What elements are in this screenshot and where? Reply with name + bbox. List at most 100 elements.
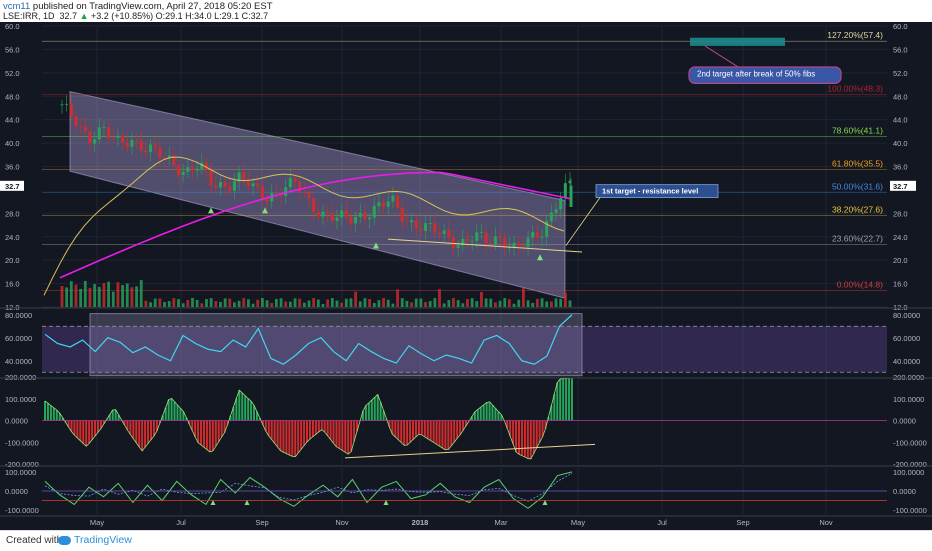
- candle-body: [386, 201, 390, 207]
- candle-body: [340, 210, 344, 218]
- volume-bar: [508, 299, 511, 307]
- candle-body: [302, 191, 306, 193]
- candle-body: [330, 213, 334, 221]
- candle-body: [125, 142, 129, 147]
- candle-body: [121, 136, 125, 143]
- first-target-label: 1st target - resistance level: [602, 186, 698, 195]
- symbol-label: LSE:IRR, 1D: [3, 11, 55, 21]
- volume-bar: [158, 298, 162, 307]
- candle-body: [116, 136, 120, 138]
- tradingview-cloud-icon: [58, 535, 71, 545]
- price-tick-left: 60.0: [5, 22, 20, 31]
- price-tick-right: 32.7: [893, 182, 908, 191]
- candle-body: [447, 230, 451, 238]
- candle-body: [195, 168, 199, 171]
- candle-body: [228, 186, 232, 191]
- candle-body: [419, 228, 423, 232]
- volume-bar: [121, 285, 124, 307]
- volume-bar: [200, 303, 204, 307]
- price-tick-left: 36.0: [5, 163, 20, 172]
- volume-bar: [74, 284, 78, 307]
- candle-body: [400, 208, 404, 223]
- candle-body: [549, 212, 553, 222]
- candle-body: [139, 140, 143, 151]
- volume-bar: [503, 298, 507, 307]
- volume-bar: [214, 301, 218, 307]
- candle-body: [74, 116, 78, 126]
- volume-bar: [88, 287, 92, 307]
- candle-body: [223, 182, 227, 187]
- candle-body: [251, 183, 255, 187]
- candle-body: [321, 211, 325, 217]
- candle-body: [344, 210, 348, 217]
- volume-bar: [354, 291, 358, 307]
- volume-bar: [312, 298, 316, 307]
- candle-body: [442, 230, 446, 234]
- price-tick-left: 32.7: [5, 182, 20, 191]
- candle-body: [130, 139, 134, 147]
- fib-level-label: 50.00%(31.6): [832, 181, 883, 191]
- volume-bar: [498, 300, 502, 307]
- volume-bar: [424, 302, 427, 307]
- candle-body: [97, 127, 101, 140]
- time-tick-label: Jul: [176, 518, 186, 527]
- candle-body: [358, 213, 362, 217]
- rsi-highlight-box: [89, 313, 583, 377]
- candle-body: [428, 222, 432, 224]
- volume-bar: [391, 303, 395, 307]
- candle-body: [298, 181, 302, 192]
- price-tick-left: 20.0: [5, 256, 20, 265]
- symbol-line: LSE:IRR, 1D 32.7 ▲ +3.2 (+10.85%) O:29.1…: [3, 11, 268, 21]
- volume-bar: [563, 292, 567, 307]
- candle-body: [312, 198, 316, 212]
- tradingview-brand[interactable]: TradingView: [58, 534, 132, 546]
- volume-bar: [330, 298, 334, 307]
- rsi-tick-right: 80.0000: [893, 311, 920, 320]
- candle-body: [88, 131, 92, 144]
- volume-bar: [363, 298, 367, 307]
- volume-bar: [293, 298, 297, 307]
- volume-bar: [261, 298, 264, 307]
- fib-level-label: 0.00%(14.8): [837, 280, 883, 290]
- volume-bar: [251, 303, 255, 307]
- price-change: +3.2 (+10.85%): [91, 11, 154, 21]
- price-tick-left: 44.0: [5, 116, 20, 125]
- created-with-text: Created with: [6, 535, 63, 546]
- candle-body: [521, 245, 525, 247]
- candle-body: [93, 139, 97, 144]
- volume-bar: [484, 298, 488, 307]
- time-tick-label: Mar: [495, 518, 508, 527]
- volume-bar: [265, 300, 269, 307]
- rsi-tick-right: 60.0000: [893, 334, 920, 343]
- time-tick-label: May: [571, 518, 585, 527]
- price-tick-right: 60.0: [893, 22, 908, 31]
- candle-body: [517, 242, 521, 246]
- volume-bar: [419, 298, 423, 307]
- candle-body: [382, 202, 386, 207]
- candle-body: [391, 195, 395, 202]
- candle-body: [181, 171, 185, 176]
- cci-tick-right: -100.0000: [893, 438, 927, 447]
- volume-bar: [233, 302, 236, 307]
- price-tick-right: 28.0: [893, 209, 908, 218]
- candle-body: [265, 198, 269, 202]
- candle-body: [232, 181, 236, 191]
- volume-bar: [470, 298, 474, 307]
- volume-bar: [428, 301, 432, 307]
- volume-bar: [279, 298, 283, 307]
- candle-body: [569, 185, 573, 207]
- candle-body: [493, 236, 497, 245]
- fib-level-label: 127.20%(57.4): [827, 30, 883, 40]
- chart-canvas[interactable]: 127.20%(57.4) 100.00%(48.3) 78.60%(41.1) 61…: [0, 22, 932, 530]
- time-tick-label: Nov: [335, 518, 349, 527]
- volume-bar: [288, 301, 292, 307]
- volume-bar: [559, 298, 563, 307]
- rsi-tick-left: 60.0000: [5, 334, 32, 343]
- second-target-label: 2nd target after break of 50% fibs: [697, 69, 815, 78]
- volume-bar: [340, 302, 344, 307]
- candle-body: [218, 182, 222, 188]
- candle-body: [465, 238, 469, 242]
- candle-body: [153, 144, 157, 148]
- candle-body: [274, 192, 278, 194]
- candle-body: [209, 169, 213, 186]
